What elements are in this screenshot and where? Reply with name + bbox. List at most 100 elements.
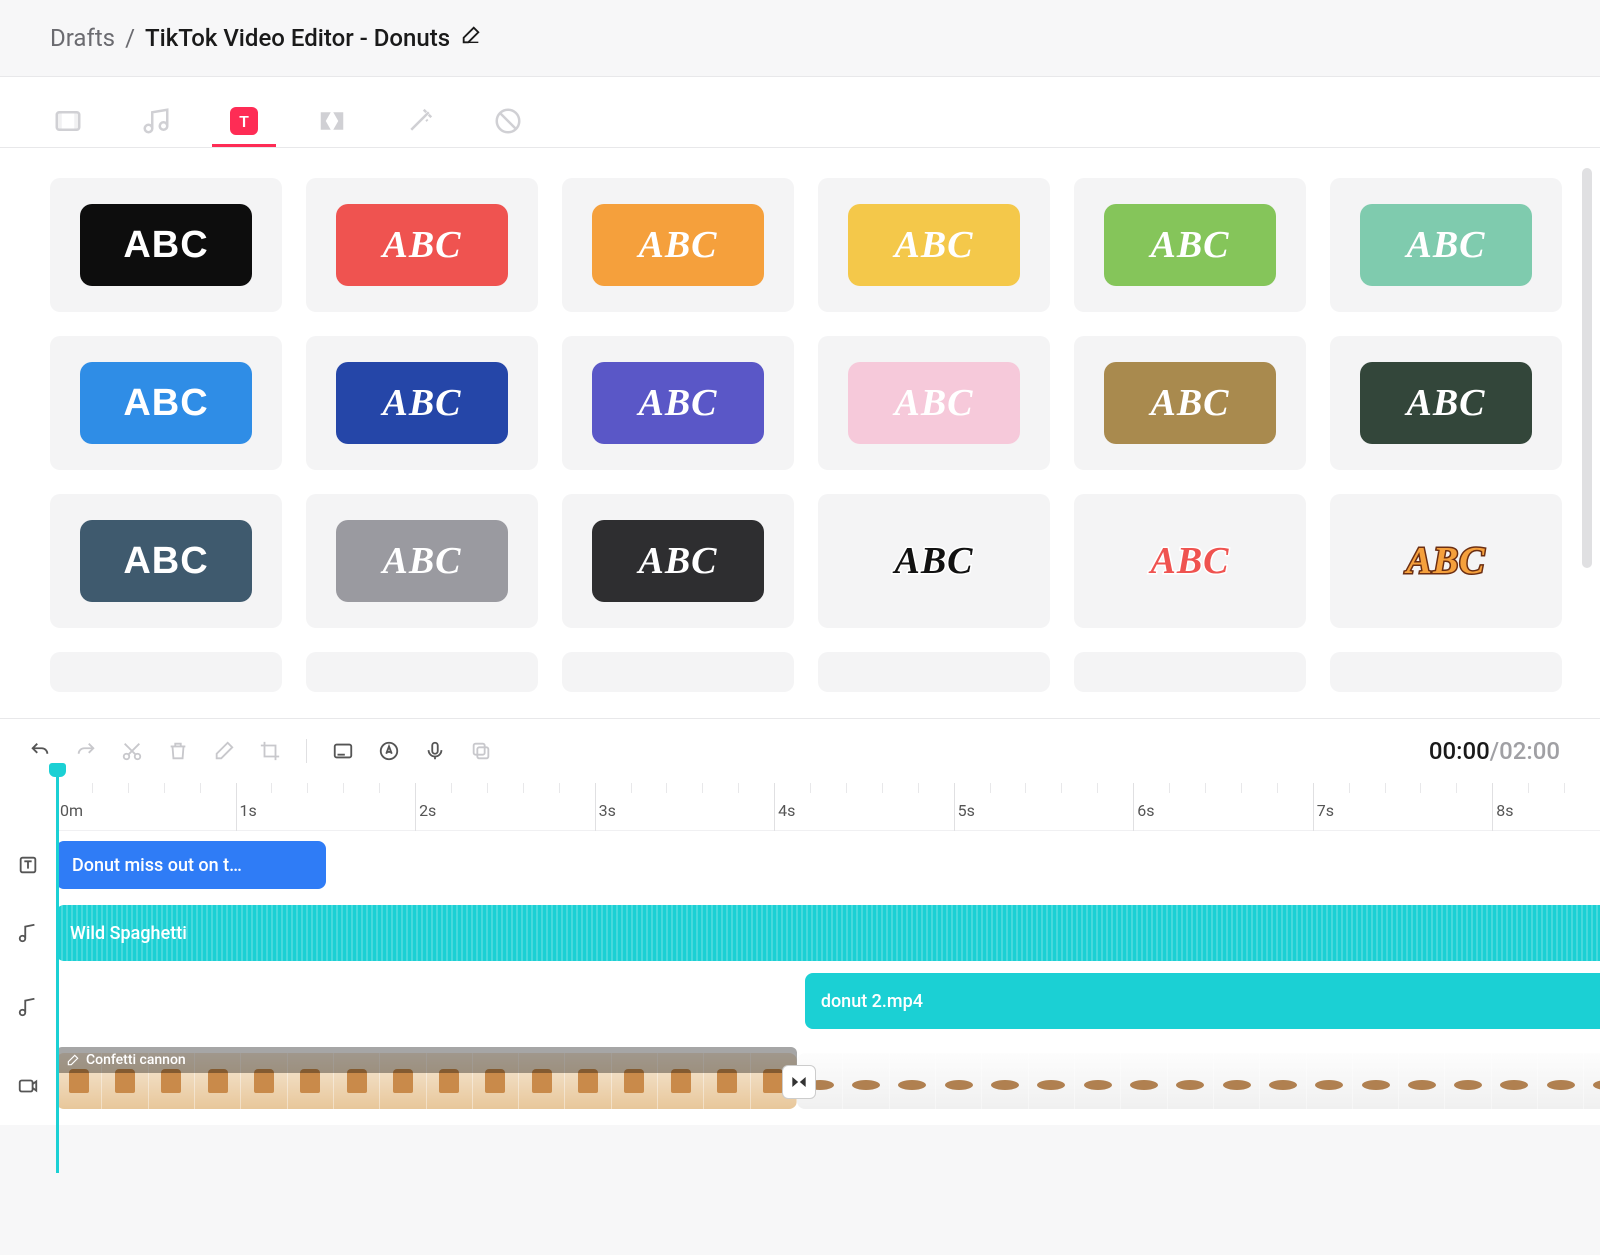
- text-style-card[interactable]: [1074, 652, 1306, 692]
- waveform: [56, 905, 1600, 961]
- text-clip-label: Donut miss out on t…: [72, 855, 242, 876]
- text-style-card[interactable]: ABC: [818, 494, 1050, 628]
- audio-clip-1[interactable]: Wild Spaghetti: [56, 905, 1600, 961]
- text-style-card[interactable]: ABC: [818, 178, 1050, 312]
- music-icon: [0, 922, 56, 944]
- cut-button[interactable]: [112, 733, 152, 769]
- ruler-label: 0m: [60, 801, 83, 820]
- ruler-mark: [954, 783, 955, 831]
- erase-button[interactable]: [204, 733, 244, 769]
- delete-button[interactable]: [158, 733, 198, 769]
- video-thumb: [1307, 1053, 1353, 1109]
- text-style-card[interactable]: ABC: [1330, 178, 1562, 312]
- tab-stickers[interactable]: [490, 95, 526, 147]
- video-thumb: [1168, 1053, 1214, 1109]
- ruler-mark: [1133, 783, 1134, 831]
- duplicate-button[interactable]: [461, 733, 501, 769]
- ruler-label: 1s: [240, 801, 257, 820]
- ruler-label: 5s: [958, 801, 975, 820]
- tab-text[interactable]: T: [226, 95, 262, 147]
- ruler-mark: [595, 783, 596, 831]
- audio-clip-1-label: Wild Spaghetti: [70, 923, 187, 944]
- text-style-card[interactable]: ABC: [818, 336, 1050, 470]
- video-thumb: [890, 1053, 936, 1109]
- tab-transition[interactable]: [314, 95, 350, 147]
- video-thumb: [1538, 1053, 1584, 1109]
- transition-handle[interactable]: [782, 1065, 816, 1099]
- text-style-card[interactable]: ABC: [1074, 494, 1306, 628]
- redo-button[interactable]: [66, 733, 106, 769]
- video-overlay-label: Confetti cannon: [86, 1052, 186, 1068]
- timeline-toolbar: 00:00/02:00: [0, 718, 1600, 783]
- audio-clip-2[interactable]: donut 2.mp4: [805, 973, 1600, 1029]
- text-style-card[interactable]: ABC: [562, 494, 794, 628]
- text-style-swatch: ABC: [80, 362, 252, 444]
- text-style-card[interactable]: ABC: [306, 494, 538, 628]
- video-thumb: [843, 1053, 889, 1109]
- text-style-card[interactable]: ABC: [1330, 494, 1562, 628]
- text-style-swatch: ABC: [1360, 362, 1532, 444]
- video-clip-1-overlay[interactable]: Confetti cannon: [56, 1047, 797, 1073]
- text-style-swatch: ABC: [80, 204, 252, 286]
- text-style-card[interactable]: ABC: [50, 178, 282, 312]
- tab-music[interactable]: [138, 95, 174, 147]
- text-style-card[interactable]: [818, 652, 1050, 692]
- text-style-card[interactable]: ABC: [562, 336, 794, 470]
- breadcrumb-root[interactable]: Drafts: [50, 24, 115, 52]
- video-thumb: [982, 1053, 1028, 1109]
- text-style-card[interactable]: ABC: [306, 178, 538, 312]
- track-text: Donut miss out on t…: [0, 831, 1600, 899]
- text-style-card[interactable]: ABC: [1330, 336, 1562, 470]
- text-style-swatch: ABC: [848, 204, 1020, 286]
- track-audio-1: Wild Spaghetti: [0, 899, 1600, 967]
- text-style-swatch: ABC: [592, 520, 764, 602]
- text-style-card[interactable]: ABC: [1074, 336, 1306, 470]
- text-style-swatch: ABC: [336, 520, 508, 602]
- page-title: TikTok Video Editor - Donuts: [145, 24, 450, 52]
- ruler-label: 3s: [599, 801, 616, 820]
- crop-button[interactable]: [250, 733, 290, 769]
- text-style-card[interactable]: [306, 652, 538, 692]
- tab-video[interactable]: [50, 95, 86, 147]
- text-style-card[interactable]: [1330, 652, 1562, 692]
- scrollbar[interactable]: [1582, 168, 1592, 568]
- time-total: 02:00: [1499, 737, 1560, 765]
- video-thumb: [936, 1053, 982, 1109]
- ruler-mark: [774, 783, 775, 831]
- text-style-card[interactable]: [562, 652, 794, 692]
- text-style-card[interactable]: [50, 652, 282, 692]
- ruler-mark: [236, 783, 237, 831]
- text-style-card[interactable]: ABC: [306, 336, 538, 470]
- breadcrumb: Drafts / TikTok Video Editor - Donuts: [0, 0, 1600, 76]
- video-thumb: [1121, 1053, 1167, 1109]
- breadcrumb-sep: /: [125, 24, 135, 52]
- text-style-swatch: ABC: [336, 362, 508, 444]
- text-icon: T: [230, 107, 258, 135]
- ruler-label: 6s: [1137, 801, 1154, 820]
- text-style-card[interactable]: ABC: [562, 178, 794, 312]
- video-thumb: [1399, 1053, 1445, 1109]
- text-clip[interactable]: Donut miss out on t…: [56, 841, 326, 889]
- tab-effects[interactable]: [402, 95, 438, 147]
- video-thumb: [1214, 1053, 1260, 1109]
- video-icon: [0, 1075, 56, 1097]
- caption-button[interactable]: [323, 733, 363, 769]
- ruler-label: 2s: [419, 801, 436, 820]
- ruler-label: 4s: [778, 801, 795, 820]
- video-clip-2[interactable]: [797, 1053, 1600, 1109]
- text-style-card[interactable]: ABC: [50, 494, 282, 628]
- video-thumb: [1075, 1053, 1121, 1109]
- ruler-label: 7s: [1317, 801, 1334, 820]
- text-style-card[interactable]: ABC: [50, 336, 282, 470]
- ruler[interactable]: 0m1s2s3s4s5s6s7s8s: [56, 783, 1600, 831]
- playhead[interactable]: [56, 773, 59, 1173]
- separator: [306, 739, 307, 763]
- text-style-card[interactable]: ABC: [1074, 178, 1306, 312]
- track-audio-2: donut 2.mp4: [0, 967, 1600, 1047]
- edit-title-icon[interactable]: [460, 24, 482, 52]
- mic-button[interactable]: [415, 733, 455, 769]
- timeline[interactable]: 0m1s2s3s4s5s6s7s8s Donut miss out on t… …: [0, 783, 1600, 1125]
- text-style-swatch: ABC: [848, 362, 1020, 444]
- auto-button[interactable]: [369, 733, 409, 769]
- time-current: 00:00: [1429, 737, 1490, 765]
